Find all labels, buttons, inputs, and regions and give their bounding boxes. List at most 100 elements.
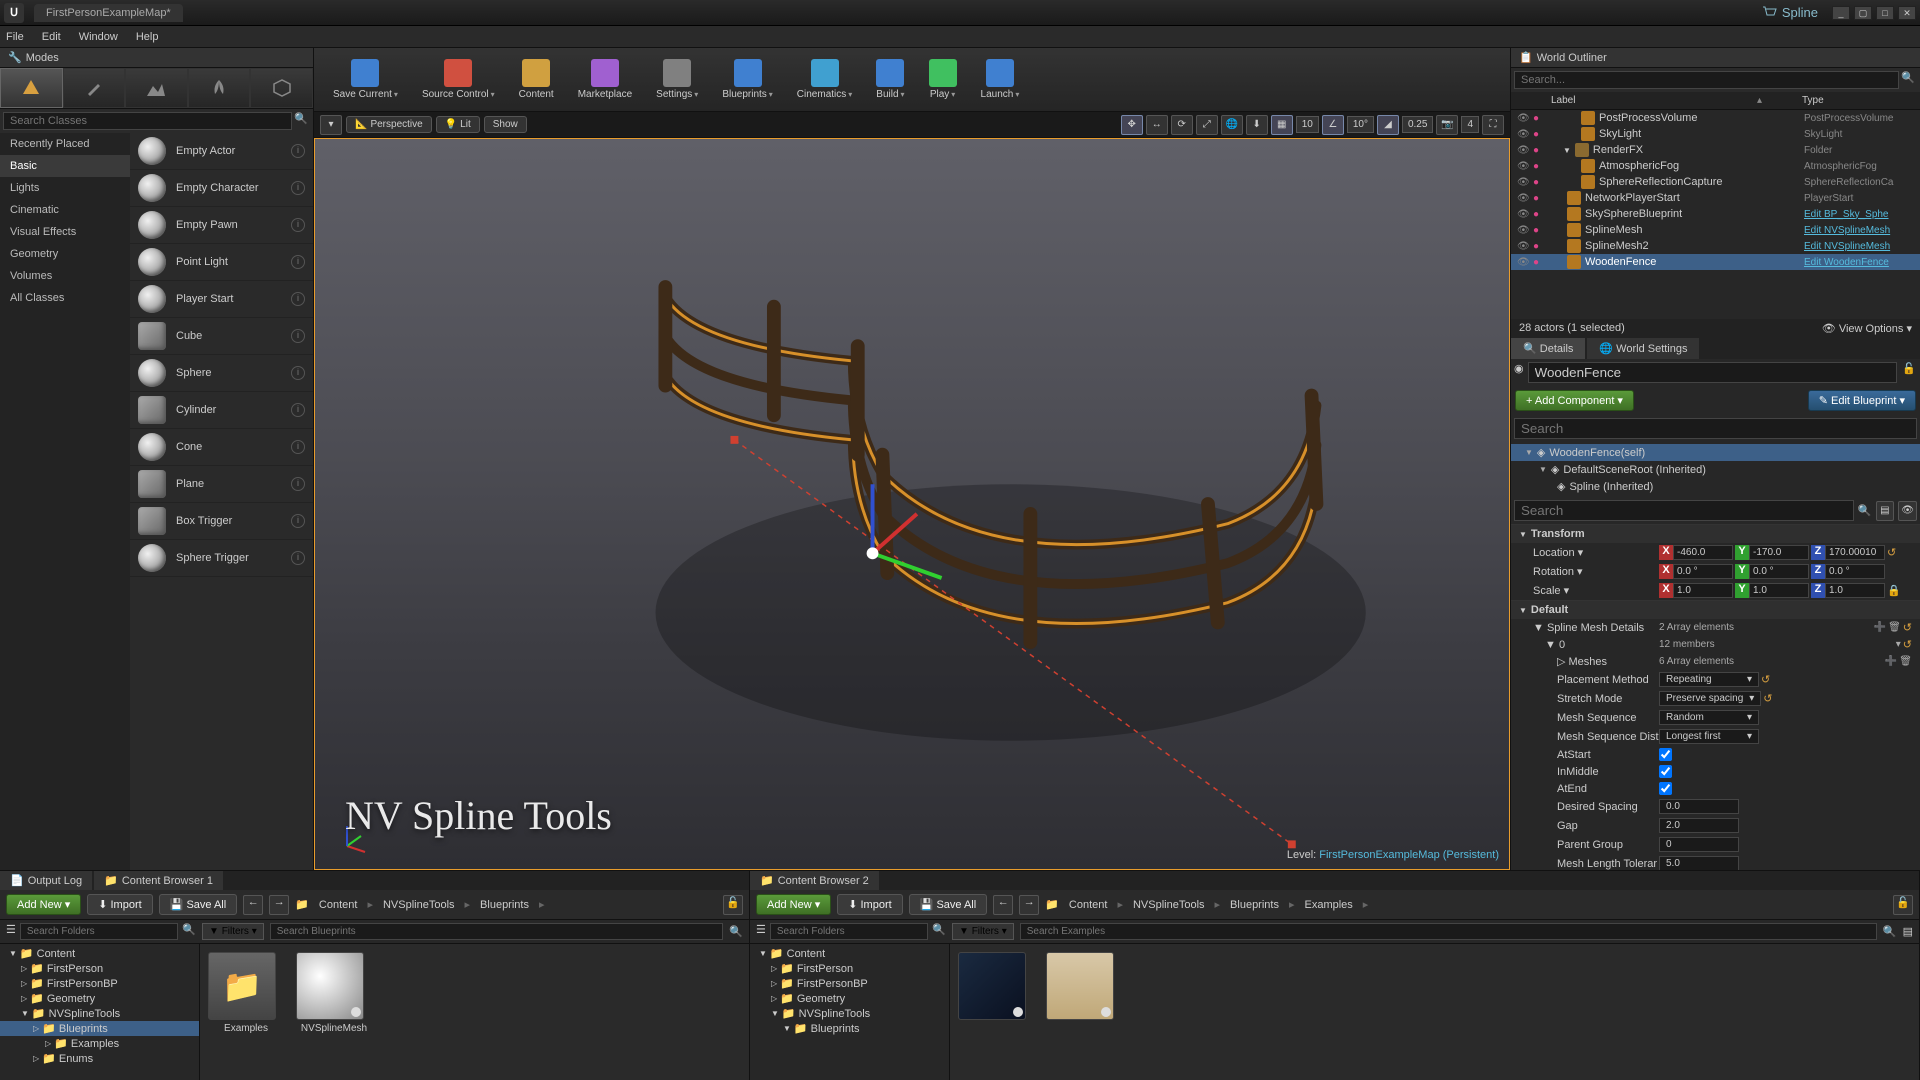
outliner-search-input[interactable] xyxy=(1514,71,1899,89)
translate-mode-icon[interactable]: ↔ xyxy=(1146,115,1168,135)
toolbar-build-button[interactable]: Build▾ xyxy=(867,54,913,105)
viewport[interactable]: NV Spline Tools Level: FirstPersonExampl… xyxy=(314,138,1510,870)
camera-speed-icon[interactable]: 📷 xyxy=(1436,115,1458,135)
breadcrumb-nvsplinetools[interactable]: NVSplineTools xyxy=(1127,897,1211,913)
level-link[interactable]: FirstPersonExampleMap (Persistent) xyxy=(1319,849,1499,861)
place-category-geometry[interactable]: Geometry xyxy=(0,243,130,265)
search-icon[interactable]: 🔍 xyxy=(1899,71,1917,89)
outliner-row-networkplayerstart[interactable]: 👁●NetworkPlayerStartPlayerStart xyxy=(1511,190,1920,206)
tree-item-geometry[interactable]: ▷📁Geometry xyxy=(750,991,949,1006)
placement-method-dropdown[interactable]: Repeating▾ xyxy=(1659,672,1759,687)
scale-y-input[interactable] xyxy=(1749,583,1809,598)
tree-item-firstperson[interactable]: ▷📁FirstPerson xyxy=(750,961,949,976)
visibility-icon[interactable]: 👁 xyxy=(1517,193,1533,204)
cb2-filters-button[interactable]: ▼ Filters ▾ xyxy=(952,923,1014,940)
folder-icon[interactable]: 📁 xyxy=(295,898,309,911)
tree-item-firstperson[interactable]: ▷📁FirstPerson xyxy=(0,961,199,976)
sync-icon[interactable]: ● xyxy=(1533,193,1549,204)
sync-icon[interactable]: ● xyxy=(1533,177,1549,188)
cb1-import-button[interactable]: ⬇ Import xyxy=(87,894,152,915)
tree-toggle-icon[interactable]: ☰ xyxy=(756,923,766,940)
asset-item[interactable]: NVSplineMesh xyxy=(296,952,372,1034)
place-item-plane[interactable]: Planei xyxy=(130,466,313,503)
viewport-options-dropdown[interactable]: ▾ xyxy=(320,115,342,135)
cb1-lock-icon[interactable]: 🔓 xyxy=(723,895,743,915)
parent-group-input[interactable]: 0 xyxy=(1659,837,1739,852)
cb2-lock-icon[interactable]: 🔓 xyxy=(1893,895,1913,915)
rot-y-input[interactable] xyxy=(1749,564,1809,579)
mesh-len-tol-input[interactable]: 5.0 xyxy=(1659,856,1739,870)
loc-z-input[interactable] xyxy=(1825,545,1885,560)
visibility-icon[interactable]: 👁 xyxy=(1517,161,1533,172)
visibility-icon[interactable]: 👁 xyxy=(1517,225,1533,236)
stretch-mode-dropdown[interactable]: Preserve spacing▾ xyxy=(1659,691,1761,706)
search-icon[interactable]: 🔍 xyxy=(292,112,310,130)
outliner-label-header[interactable]: Label xyxy=(1551,95,1757,106)
camera-speed-value[interactable]: 4 xyxy=(1461,116,1479,133)
scale-z-input[interactable] xyxy=(1825,583,1885,598)
grid-snap-icon[interactable]: ▦ xyxy=(1271,115,1293,135)
place-item-box-trigger[interactable]: Box Triggeri xyxy=(130,503,313,540)
cb1-filters-button[interactable]: ▼ Filters ▾ xyxy=(202,923,264,940)
mode-paint-tab[interactable] xyxy=(63,68,126,108)
visibility-icon[interactable]: 👁 xyxy=(1517,129,1533,140)
mode-foliage-tab[interactable] xyxy=(188,68,251,108)
toolbar-cinematics-button[interactable]: Cinematics▾ xyxy=(788,54,861,105)
place-item-cylinder[interactable]: Cylinderi xyxy=(130,392,313,429)
add-component-button[interactable]: + Add Component ▾ xyxy=(1515,390,1634,411)
dropdown-icon[interactable]: ▾ xyxy=(848,90,852,99)
gap-input[interactable]: 2.0 xyxy=(1659,818,1739,833)
info-icon[interactable]: i xyxy=(291,292,305,306)
cb1-back-button[interactable]: ← xyxy=(243,895,263,915)
sync-icon[interactable]: ● xyxy=(1533,209,1549,220)
tree-item-enums[interactable]: ▷📁Enums xyxy=(0,1051,199,1066)
cb2-save-all-button[interactable]: 💾 Save All xyxy=(909,894,988,915)
cb1-save-all-button[interactable]: 💾 Save All xyxy=(159,894,238,915)
menu-window[interactable]: Window xyxy=(79,31,118,43)
search-classes-input[interactable] xyxy=(3,112,292,130)
select-mode-icon[interactable]: ✥ xyxy=(1121,115,1143,135)
marketplace-cart-icon[interactable] xyxy=(1760,4,1778,22)
reset-icon[interactable]: ↺ xyxy=(1903,638,1912,651)
marketplace-link[interactable]: Spline xyxy=(1782,5,1818,20)
sync-icon[interactable]: ● xyxy=(1533,129,1549,140)
breadcrumb-blueprints[interactable]: Blueprints xyxy=(474,897,535,913)
component-row[interactable]: ▼◈DefaultSceneRoot (Inherited) xyxy=(1511,461,1920,478)
tree-item-firstpersonbp[interactable]: ▷📁FirstPersonBP xyxy=(750,976,949,991)
dropdown-icon[interactable]: ▾ xyxy=(694,90,698,99)
loc-y-input[interactable] xyxy=(1749,545,1809,560)
details-search-input[interactable] xyxy=(1514,500,1854,521)
minimize-button[interactable]: _ xyxy=(1832,6,1850,20)
tree-item-nvsplinetools[interactable]: ▼📁NVSplineTools xyxy=(750,1006,949,1021)
place-category-basic[interactable]: Basic xyxy=(0,155,130,177)
place-category-cinematic[interactable]: Cinematic xyxy=(0,199,130,221)
add-array-icon[interactable]: ➕ xyxy=(1885,656,1897,667)
sync-icon[interactable]: ● xyxy=(1533,161,1549,172)
sync-icon[interactable]: ● xyxy=(1533,225,1549,236)
place-category-recently-placed[interactable]: Recently Placed xyxy=(0,133,130,155)
lock-icon[interactable]: 🔓 xyxy=(1901,362,1917,383)
info-icon[interactable]: i xyxy=(291,181,305,195)
toolbar-launch-button[interactable]: Launch▾ xyxy=(972,54,1029,105)
transform-section-header[interactable]: ▼Transform xyxy=(1511,525,1920,543)
tree-item-content[interactable]: ▼📁Content xyxy=(0,946,199,961)
tree-item-content[interactable]: ▼📁Content xyxy=(750,946,949,961)
perspective-dropdown[interactable]: 📐Perspective xyxy=(346,116,432,133)
show-dropdown[interactable]: Show xyxy=(484,116,527,133)
place-category-all-classes[interactable]: All Classes xyxy=(0,287,130,309)
menu-file[interactable]: File xyxy=(6,31,24,43)
tree-toggle-icon[interactable]: ☰ xyxy=(6,923,16,940)
cb2-import-button[interactable]: ⬇ Import xyxy=(837,894,902,915)
reset-icon[interactable]: ↺ xyxy=(1763,692,1772,705)
toolbar-settings-button[interactable]: Settings▾ xyxy=(647,54,707,105)
tree-item-geometry[interactable]: ▷📁Geometry xyxy=(0,991,199,1006)
eye-filter-icon[interactable]: 👁 xyxy=(1898,501,1917,521)
default-section-header[interactable]: ▼Default xyxy=(1511,601,1920,619)
dropdown-icon[interactable]: ▾ xyxy=(769,90,773,99)
outliner-row-renderfx[interactable]: 👁●▼RenderFXFolder xyxy=(1511,142,1920,158)
desired-spacing-input[interactable]: 0.0 xyxy=(1659,799,1739,814)
outliner-type[interactable]: Edit WoodenFence xyxy=(1804,257,1914,268)
visibility-icon[interactable]: 👁 xyxy=(1517,241,1533,252)
toolbar-content-button[interactable]: Content xyxy=(510,54,563,105)
world-settings-tab[interactable]: 🌐 World Settings xyxy=(1587,338,1699,359)
